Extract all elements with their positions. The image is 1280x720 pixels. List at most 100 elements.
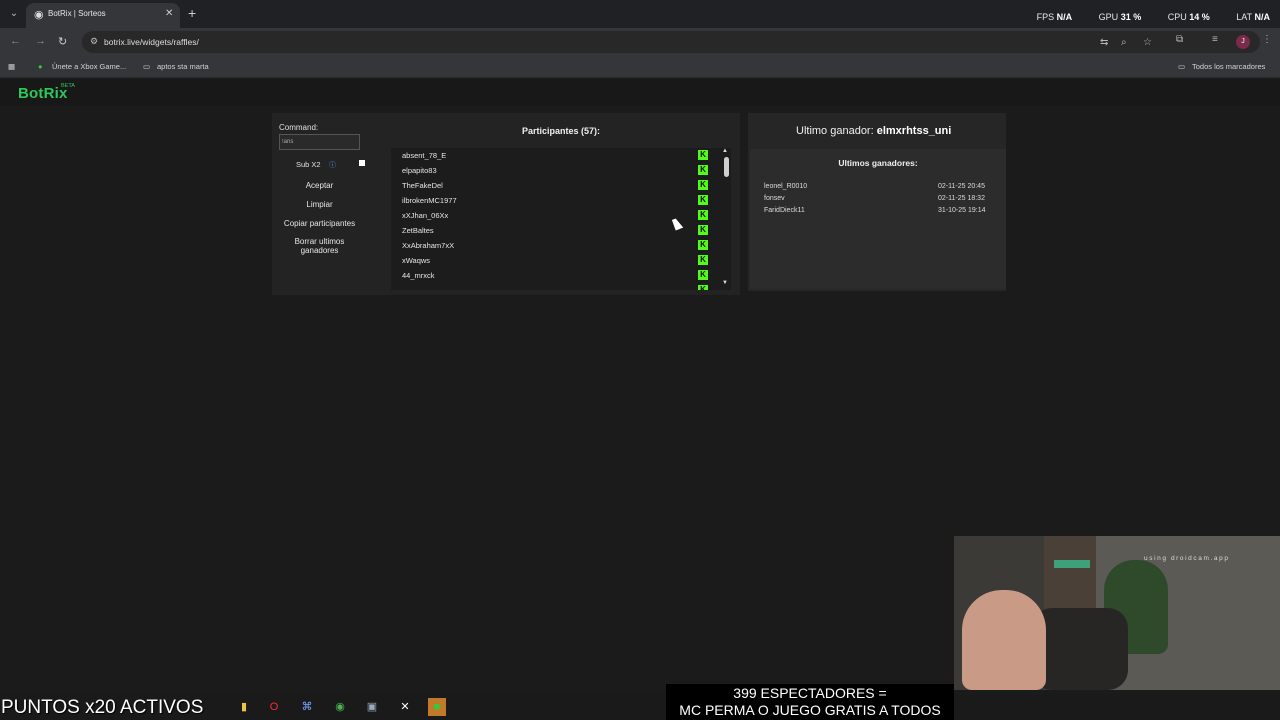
webcam-shelf-light bbox=[1054, 560, 1090, 568]
tab-search-chevron-icon[interactable]: ⌄ bbox=[6, 6, 22, 22]
winner-date: 02-11-25 18:32 bbox=[938, 195, 985, 202]
opera-icon[interactable]: O bbox=[265, 698, 283, 716]
bookmark-xbox-label: Únete a Xbox Game... bbox=[52, 62, 127, 71]
browser-toolbar: ← → ↻ ⚙ botrix.live/widgets/raffles/ ⇆ ⌕… bbox=[0, 28, 1280, 56]
app-icon[interactable]: ⌘ bbox=[298, 698, 316, 716]
menu-kebab-icon[interactable]: ⋮ bbox=[1262, 34, 1272, 45]
gpu-value: 31 % bbox=[1120, 12, 1142, 22]
copy-participants-button[interactable]: Copiar participantes bbox=[279, 219, 360, 228]
xbox-icon: ● bbox=[38, 62, 43, 71]
kick-icon: K bbox=[698, 225, 708, 235]
gpu-label: GPU bbox=[1098, 12, 1119, 22]
last-winner-name: elmxrhtss_uni bbox=[876, 125, 952, 137]
extensions-puzzle-icon[interactable]: ⧉ bbox=[1176, 34, 1183, 45]
participant-row: xWaqws K bbox=[391, 253, 721, 268]
winner-name: fonsev bbox=[764, 195, 785, 202]
participant-name: ZetBaltes bbox=[402, 226, 434, 235]
forward-arrow-icon[interactable]: → bbox=[35, 35, 46, 47]
kick-icon: K bbox=[698, 210, 708, 220]
minecraft-icon[interactable]: ■ bbox=[428, 698, 446, 716]
site-info-icon[interactable]: ⚙ bbox=[90, 36, 98, 47]
lat-value: N/A bbox=[1254, 12, 1271, 22]
participant-row: TheFakeDel K bbox=[391, 178, 721, 193]
bookmark-folder-aptos[interactable]: ▭ aptos sta marta bbox=[143, 62, 209, 71]
kick-icon: K bbox=[698, 270, 708, 280]
clear-button[interactable]: Limpiar bbox=[279, 200, 360, 209]
file-explorer-icon[interactable]: ▮ bbox=[235, 698, 253, 716]
scrollbar-thumb[interactable] bbox=[724, 157, 729, 177]
winners-panel: Ultimo ganador: elmxrhtss_uni Ultimos ga… bbox=[748, 113, 1006, 291]
winner-date: 02-11-25 20:45 bbox=[938, 183, 985, 190]
performance-overlay: FPS N/A GPU 31 % CPU 14 % LAT N/A bbox=[1013, 12, 1270, 22]
all-bookmarks[interactable]: ▭ Todos los marcadores bbox=[1178, 62, 1265, 71]
kick-icon: K bbox=[698, 195, 708, 205]
command-input[interactable] bbox=[279, 134, 360, 150]
browser-tab-strip: ⌄ ◉ BotRix | Sorteos ✕ + FPS N/A GPU 31 … bbox=[0, 0, 1280, 28]
last-winner-label: Ultimo ganador: bbox=[796, 125, 877, 137]
viewers-line-1: 399 ESPECTADORES = bbox=[733, 685, 887, 701]
bookmark-xbox[interactable]: ● Únete a Xbox Game... bbox=[38, 62, 126, 71]
folder-icon: ▭ bbox=[1178, 62, 1186, 71]
translate-icon[interactable]: ⇆ bbox=[1100, 37, 1108, 48]
reload-icon[interactable]: ↻ bbox=[58, 35, 67, 48]
webcam-chair bbox=[1032, 608, 1128, 690]
kick-icon: K bbox=[698, 240, 708, 250]
winner-name: FaridDieck11 bbox=[764, 207, 805, 214]
participant-name: TheFakeDel bbox=[402, 181, 443, 190]
participant-name: ilbrokenMC1977 bbox=[402, 196, 457, 205]
bookmark-star-icon[interactable]: ☆ bbox=[1143, 37, 1152, 48]
participant-name: 44_mrxck bbox=[402, 271, 435, 280]
viewers-overlay: 399 ESPECTADORES = MC PERMA O JUEGO GRAT… bbox=[666, 684, 954, 720]
accept-button[interactable]: Aceptar bbox=[279, 181, 360, 190]
profile-avatar[interactable]: J bbox=[1236, 35, 1250, 49]
browser-tab[interactable]: ◉ BotRix | Sorteos ✕ bbox=[26, 3, 180, 28]
points-overlay-text: PUNTOS x20 ACTIVOS bbox=[1, 697, 204, 718]
address-bar[interactable]: ⚙ botrix.live/widgets/raffles/ ⇆ ⌕ ☆ bbox=[82, 31, 1260, 53]
winner-date: 31-10-25 19:14 bbox=[938, 207, 986, 214]
info-icon[interactable]: ⓘ bbox=[329, 160, 336, 170]
webcam-person bbox=[962, 590, 1046, 690]
scroll-down-arrow-icon[interactable]: ▼ bbox=[722, 280, 728, 286]
zoom-icon[interactable]: ⌕ bbox=[1121, 37, 1127, 48]
folder-icon: ▭ bbox=[143, 62, 151, 71]
close-tab-icon[interactable]: ✕ bbox=[165, 8, 173, 19]
kick-icon: K bbox=[698, 150, 708, 160]
sub-x2-checkbox[interactable] bbox=[359, 160, 365, 166]
droidcam-watermark: using droidcam.app bbox=[1144, 555, 1230, 562]
participant-row: XxAbraham7xX K bbox=[391, 238, 721, 253]
participant-row: 44_mrxck K bbox=[391, 268, 721, 283]
all-bookmarks-label: Todos los marcadores bbox=[1192, 62, 1266, 71]
x-app-icon[interactable]: ✕ bbox=[396, 698, 414, 716]
fps-label: FPS bbox=[1036, 12, 1055, 22]
tab-title: BotRix | Sorteos bbox=[48, 9, 106, 18]
url-text: botrix.live/widgets/raffles/ bbox=[104, 37, 199, 47]
participant-row: ZetBaltes K bbox=[391, 223, 721, 238]
reading-list-icon[interactable]: ≡ bbox=[1212, 34, 1218, 45]
participant-name: XxAbraham7xX bbox=[402, 241, 455, 250]
cpu-label: CPU bbox=[1167, 12, 1187, 22]
kick-icon: K bbox=[698, 165, 708, 175]
apps-grid-icon[interactable]: ▦ bbox=[8, 62, 15, 71]
participant-row: ilbrokenMC1977 K bbox=[391, 193, 721, 208]
participant-row: elpapito83 K bbox=[391, 163, 721, 178]
back-arrow-icon[interactable]: ← bbox=[10, 35, 21, 47]
bookmarks-bar: ▦ ● Únete a Xbox Game... ▭ aptos sta marta… bbox=[0, 56, 1280, 78]
kick-icon: K bbox=[698, 255, 708, 265]
participants-title: Participantes (57): bbox=[522, 126, 601, 136]
participant-name: xXJhan_06Xx bbox=[402, 211, 449, 220]
new-tab-plus-icon[interactable]: + bbox=[188, 5, 196, 21]
raffle-panel: Command: Sub X2 ⓘ Aceptar Limpiar Copiar… bbox=[272, 113, 740, 295]
participant-name: elpapito83 bbox=[402, 166, 437, 175]
scroll-up-arrow-icon[interactable]: ▲ bbox=[722, 148, 728, 154]
bookmark-aptos-label: aptos sta marta bbox=[157, 62, 209, 71]
participant-row: absent_78_E K bbox=[391, 148, 721, 163]
sub-x2-label: Sub X2 bbox=[296, 160, 321, 169]
cpu-value: 14 % bbox=[1189, 12, 1210, 22]
botrix-favicon-icon: ◉ bbox=[34, 9, 44, 21]
app-window-icon[interactable]: ▣ bbox=[363, 698, 381, 716]
app-header: BotRix BETA bbox=[0, 79, 1280, 105]
delete-winners-button[interactable]: Borrar ultimos ganadores bbox=[294, 237, 345, 255]
chrome-icon[interactable]: ◉ bbox=[331, 698, 349, 716]
viewers-line-2: MC PERMA O JUEGO GRATIS A TODOS bbox=[679, 702, 941, 718]
fps-value: N/A bbox=[1056, 12, 1073, 22]
